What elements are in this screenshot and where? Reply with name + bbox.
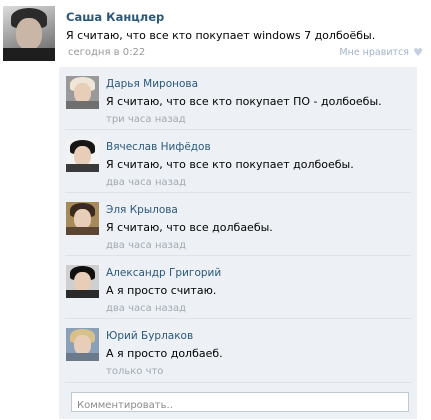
commenter-name-link[interactable]: Дарья Миронова — [106, 78, 198, 90]
commenter-avatar[interactable] — [66, 139, 99, 172]
comment-item: Александр Григорий А я просто считаю. дв… — [59, 256, 417, 318]
comment-time-link[interactable]: только что — [106, 366, 163, 377]
comments-block: Дарья Миронова Я считаю, что все кто пок… — [59, 67, 417, 419]
post-date-link[interactable]: сегодня в 0:22 — [68, 47, 145, 58]
commenter-avatar[interactable] — [66, 328, 99, 361]
like-button[interactable]: Мне нравится — [339, 47, 409, 58]
comment-item: Юрий Бурлаков А я просто долбаеб. только… — [59, 319, 417, 381]
commenter-name-link[interactable]: Вячеслав Нифёдов — [106, 141, 211, 153]
comment-input-wrapper — [71, 392, 409, 415]
commenter-name-link[interactable]: Александр Григорий — [106, 267, 221, 279]
wall-post: Саша Канцлер Я считаю, что все кто покуп… — [0, 0, 431, 420]
author-avatar[interactable] — [3, 6, 55, 61]
comment-item: Вячеслав Нифёдов Я считаю, что все кто п… — [59, 130, 417, 192]
comment-time-link[interactable]: два часа назад — [106, 240, 186, 251]
comment-time-link[interactable]: три часа назад — [106, 114, 186, 125]
commenter-avatar[interactable] — [66, 265, 99, 298]
commenter-avatar[interactable] — [66, 76, 99, 109]
comment-text: Я считаю, что все кто покупает ПО - долб… — [106, 95, 382, 108]
commenter-name-link[interactable]: Эля Крылова — [106, 204, 178, 216]
comment-time-link[interactable]: два часа назад — [106, 303, 186, 314]
post-author-link[interactable]: Саша Канцлер — [66, 10, 164, 24]
comment-time-link[interactable]: два часа назад — [106, 177, 186, 188]
post-text: Я считаю, что все кто покупает windows 7… — [66, 29, 376, 42]
comment-item: Эля Крылова Я считаю, что все долбаебы. … — [59, 193, 417, 255]
commenter-name-link[interactable]: Юрий Бурлаков — [106, 330, 193, 342]
commenter-avatar[interactable] — [66, 202, 99, 235]
comment-text: А я просто считаю. — [106, 284, 217, 297]
comment-text: А я просто долбаеб. — [106, 347, 223, 360]
comment-divider — [65, 382, 411, 383]
comment-text: Я считаю, что все долбаебы. — [106, 221, 273, 234]
comment-input[interactable] — [72, 396, 408, 415]
heart-icon[interactable]: ♥ — [413, 46, 423, 59]
comment-text: Я считаю, что все кто покупает долбоебы. — [106, 158, 354, 171]
comment-item: Дарья Миронова Я считаю, что все кто пок… — [59, 67, 417, 129]
